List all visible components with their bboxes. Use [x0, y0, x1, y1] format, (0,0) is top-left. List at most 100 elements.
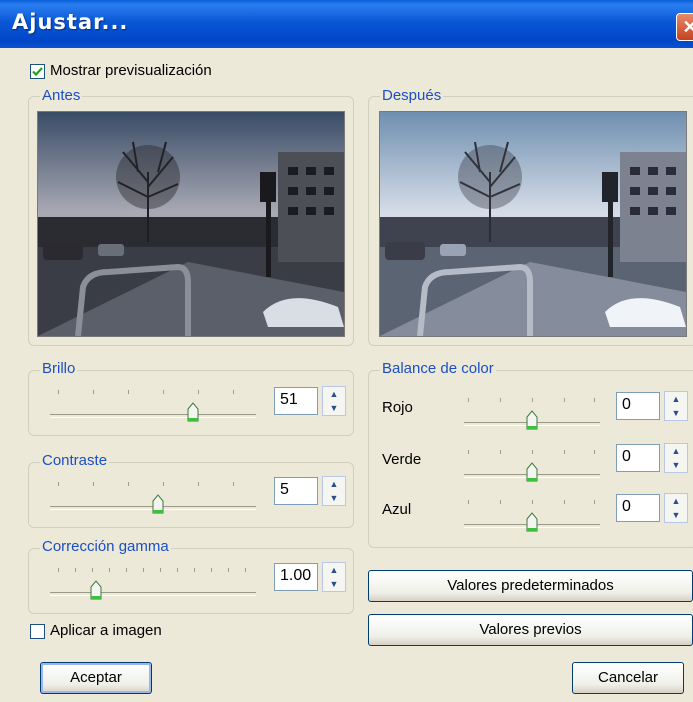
brightness-input[interactable]: 51 [274, 387, 318, 415]
after-label: Después [380, 87, 444, 104]
slider-thumb[interactable] [187, 402, 199, 422]
spin-up-icon[interactable]: ▲ [665, 444, 687, 458]
red-spinner[interactable]: ▲ ▼ [664, 391, 688, 421]
tick [177, 568, 178, 572]
tick [594, 450, 595, 454]
tick [163, 390, 164, 394]
green-spinner[interactable]: ▲ ▼ [664, 443, 688, 473]
green-label: Verde [382, 451, 422, 468]
blue-spinner[interactable]: ▲ ▼ [664, 493, 688, 523]
slider-thumb[interactable] [526, 410, 538, 430]
cancel-button[interactable]: Cancelar [572, 662, 684, 694]
spin-up-icon[interactable]: ▲ [665, 392, 687, 406]
blue-slider[interactable] [464, 500, 604, 540]
tick [468, 398, 469, 402]
tick [93, 390, 94, 394]
gamma-slider[interactable] [50, 568, 260, 608]
blue-label: Azul [382, 501, 412, 518]
spin-down-icon[interactable]: ▼ [323, 491, 345, 505]
tick [500, 500, 501, 504]
tick [532, 450, 533, 454]
tick [233, 390, 234, 394]
gamma-input[interactable]: 1.00 [274, 563, 318, 591]
tick [594, 500, 595, 504]
check-icon [32, 67, 43, 77]
before-label: Antes [40, 87, 83, 104]
tick [58, 482, 59, 486]
slider-thumb[interactable] [526, 462, 538, 482]
tick [228, 568, 229, 572]
contrast-spinner[interactable]: ▲ ▼ [322, 476, 346, 506]
slider-track [50, 414, 256, 418]
show-preview-label: Mostrar previsualización [50, 62, 212, 79]
green-slider[interactable] [464, 450, 604, 490]
tick [468, 450, 469, 454]
tick [532, 500, 533, 504]
spin-down-icon[interactable]: ▼ [323, 577, 345, 591]
tick [198, 482, 199, 486]
accept-button[interactable]: Aceptar [40, 662, 152, 694]
tick [468, 500, 469, 504]
spin-down-icon[interactable]: ▼ [665, 458, 687, 472]
spin-up-icon[interactable]: ▲ [665, 494, 687, 508]
close-button[interactable]: ✕ [676, 13, 693, 41]
tick [58, 568, 59, 572]
slider-thumb[interactable] [152, 494, 164, 514]
tick [143, 568, 144, 572]
color-balance-label: Balance de color [380, 360, 496, 377]
tick [163, 482, 164, 486]
after-image [379, 111, 687, 337]
brightness-spinner[interactable]: ▲ ▼ [322, 386, 346, 416]
tick [198, 390, 199, 394]
tick [532, 398, 533, 402]
tick [58, 390, 59, 394]
previous-values-button[interactable]: Valores previos [368, 614, 693, 646]
tick [211, 568, 212, 572]
window-title: Ajustar... [12, 10, 129, 34]
default-values-button[interactable]: Valores predeterminados [368, 570, 693, 602]
spin-up-icon[interactable]: ▲ [323, 477, 345, 491]
spin-down-icon[interactable]: ▼ [323, 401, 345, 415]
tick [93, 482, 94, 486]
red-label: Rojo [382, 399, 413, 416]
tick [233, 482, 234, 486]
slider-track [50, 592, 256, 596]
slider-thumb[interactable] [90, 580, 102, 600]
tick [128, 390, 129, 394]
tick [500, 398, 501, 402]
contrast-input[interactable]: 5 [274, 477, 318, 505]
tick [128, 482, 129, 486]
close-icon: ✕ [682, 17, 693, 37]
red-input[interactable]: 0 [616, 392, 660, 420]
spin-up-icon[interactable]: ▲ [323, 563, 345, 577]
contrast-slider[interactable] [50, 482, 260, 522]
tick [564, 500, 565, 504]
tick [126, 568, 127, 572]
tick [160, 568, 161, 572]
tick [594, 398, 595, 402]
before-image [37, 111, 345, 337]
tick [109, 568, 110, 572]
tick [75, 568, 76, 572]
slider-thumb[interactable] [526, 512, 538, 532]
tick [564, 450, 565, 454]
apply-to-image-label: Aplicar a imagen [50, 622, 162, 639]
spin-up-icon[interactable]: ▲ [323, 387, 345, 401]
apply-to-image-checkbox[interactable] [30, 624, 45, 639]
gamma-label: Corrección gamma [40, 538, 171, 555]
red-slider[interactable] [464, 398, 604, 438]
brightness-label: Brillo [40, 360, 78, 377]
tick [194, 568, 195, 572]
green-input[interactable]: 0 [616, 444, 660, 472]
contrast-label: Contraste [40, 452, 110, 469]
tick [245, 568, 246, 572]
tick [92, 568, 93, 572]
blue-input[interactable]: 0 [616, 494, 660, 522]
brightness-slider[interactable] [50, 390, 260, 430]
gamma-spinner[interactable]: ▲ ▼ [322, 562, 346, 592]
spin-down-icon[interactable]: ▼ [665, 406, 687, 420]
spin-down-icon[interactable]: ▼ [665, 508, 687, 522]
tick [564, 398, 565, 402]
tick [500, 450, 501, 454]
show-preview-checkbox[interactable] [30, 64, 45, 79]
